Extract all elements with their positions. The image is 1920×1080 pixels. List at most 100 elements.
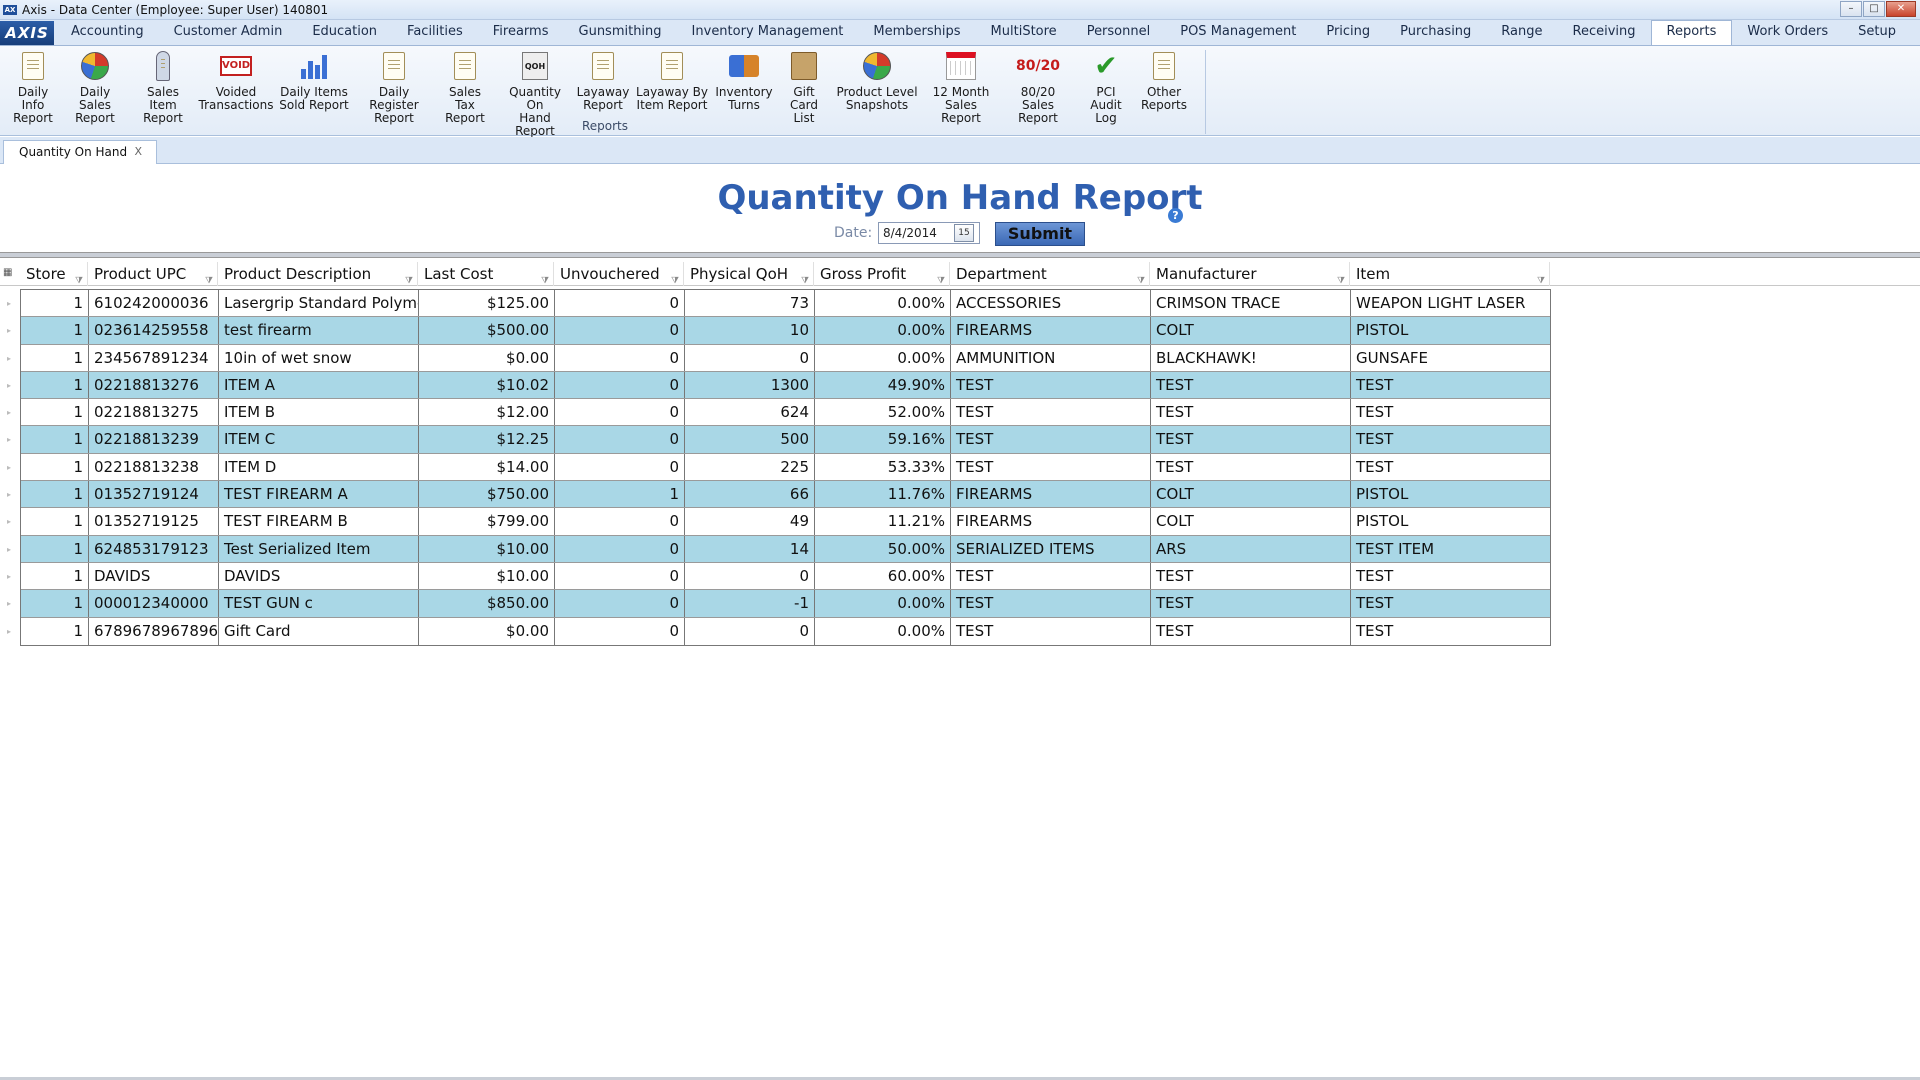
table-row[interactable]: ▸ 1 67896789678967 Gift Card $0.00 0 0 0.00% TES… — [7, 617, 1551, 645]
cell-gross-profit: 50.00% — [815, 535, 951, 562]
column-header-gross-profit[interactable]: Gross Profit ⧩ — [814, 262, 950, 286]
cell-gross-profit: 0.00% — [815, 590, 951, 617]
calendar-icon[interactable]: 15 — [954, 224, 974, 242]
close-button[interactable]: ✕ — [1886, 1, 1916, 17]
menu-tab-accounting[interactable]: Accounting — [56, 21, 159, 45]
submit-button[interactable]: Submit — [995, 222, 1085, 246]
column-chooser-icon[interactable]: ▦ — [3, 266, 15, 280]
help-icon[interactable]: ? — [1168, 208, 1183, 223]
cell-store: 1 — [21, 371, 89, 399]
column-header-physical-qoh[interactable]: Physical QoH ⧩ — [684, 262, 814, 286]
column-header-last-cost[interactable]: Last Cost ⧩ — [418, 262, 554, 286]
checkmark-icon: ✔ — [1094, 49, 1118, 82]
column-header-label: Unvouchered — [560, 265, 660, 283]
column-header-product-description[interactable]: Product Description ⧩ — [218, 262, 418, 286]
column-header-product-upc[interactable]: Product UPC ⧩ — [88, 262, 218, 286]
cell-department: TEST — [951, 426, 1151, 453]
menu-tab-work-orders[interactable]: Work Orders — [1732, 21, 1843, 45]
menu-tab-setup[interactable]: Setup — [1843, 21, 1911, 45]
row-indicator-icon: ▸ — [7, 353, 12, 363]
menu-tab-receiving[interactable]: Receiving — [1558, 21, 1651, 45]
minimize-button[interactable]: – — [1840, 1, 1862, 17]
column-header-item[interactable]: Item ⧩ — [1350, 262, 1550, 286]
row-indicator-icon: ▸ — [7, 517, 12, 527]
menu-tab-pos-management[interactable]: POS Management — [1165, 21, 1311, 45]
pin-icon — [147, 50, 179, 82]
menu-tab-range[interactable]: Range — [1486, 21, 1557, 45]
cell-product-description: TEST GUN c — [219, 590, 419, 617]
ribbon-button-label: 80/20 Sales — [1020, 85, 1056, 112]
menu-tab-gunsmithing[interactable]: Gunsmithing — [564, 21, 677, 45]
cell-product-upc: 234567891234 — [89, 344, 219, 371]
cell-department: TEST — [951, 453, 1151, 481]
cell-manufacturer: TEST — [1151, 426, 1351, 453]
column-header-unvouchered[interactable]: Unvouchered ⧩ — [554, 262, 684, 286]
cell-product-upc: 01352719124 — [89, 481, 219, 508]
ribbon-button-label: Sales Tax — [449, 85, 481, 112]
table-row[interactable]: ▸ 1 610242000036 Lasergrip Standard Polyme $… — [7, 290, 1551, 318]
cell-store: 1 — [21, 590, 89, 617]
cell-product-description: TEST FIREARM A — [219, 481, 419, 508]
cell-unvouchered: 0 — [555, 617, 685, 645]
table-row[interactable]: ▸ 1 DAVIDS DAVIDS $10.00 0 0 60.00% TEST TEST TEST — [7, 562, 1551, 591]
menu-tab-purchasing[interactable]: Purchasing — [1385, 21, 1486, 45]
menu-tab-reports[interactable]: Reports — [1650, 20, 1733, 45]
menu-tab-inventory-management[interactable]: Inventory Management — [677, 21, 859, 45]
report-grid: ▸ 1 610242000036 Lasergrip Standard Polyme $… — [7, 289, 1551, 646]
panel-splitter[interactable] — [0, 252, 1920, 258]
cell-product-description: Lasergrip Standard Polyme — [219, 290, 419, 317]
ribbon-button-label: Reports — [1140, 98, 1188, 112]
cell-product-description: ITEM A — [219, 371, 419, 399]
ribbon-button-label: PCI Audit — [1090, 85, 1122, 112]
doc-icon — [587, 50, 619, 82]
menu-tab-firearms[interactable]: Firearms — [478, 21, 564, 45]
cell-product-upc: 610242000036 — [89, 290, 219, 317]
cell-department: TEST — [951, 562, 1151, 590]
column-header-department[interactable]: Department ⧩ — [950, 262, 1150, 286]
menu-tab-facilities[interactable]: Facilities — [392, 21, 478, 45]
window-controls: – □ ✕ — [1840, 1, 1916, 17]
menu-tab-education[interactable]: Education — [297, 21, 392, 45]
cell-product-upc: 02218813276 — [89, 371, 219, 399]
cell-product-description: ITEM D — [219, 453, 419, 481]
pie-chart-icon — [861, 50, 893, 82]
tab-quantity-on-hand[interactable]: Quantity On Hand X — [3, 140, 157, 164]
cell-item: TEST — [1351, 453, 1551, 481]
table-row[interactable]: ▸ 1 02218813239 ITEM C $12.25 0 500 59.16% TEST T… — [7, 426, 1551, 454]
menu-tab-personnel[interactable]: Personnel — [1072, 21, 1166, 45]
table-row[interactable]: ▸ 1 02218813238 ITEM D $14.00 0 225 53.33% TEST T… — [7, 453, 1551, 482]
doc-icon — [1148, 50, 1180, 82]
doc-icon — [449, 50, 481, 82]
cell-last-cost: $12.00 — [419, 399, 555, 426]
cell-gross-profit: 11.76% — [815, 481, 951, 508]
cell-item: PISTOL — [1351, 481, 1551, 508]
table-row[interactable]: ▸ 1 01352719124 TEST FIREARM A $750.00 1 66 11.… — [7, 481, 1551, 509]
menu-tab-memberships[interactable]: Memberships — [858, 21, 975, 45]
table-row[interactable]: ▸ 1 01352719125 TEST FIREARM B $799.00 0 49 11.… — [7, 508, 1551, 536]
tab-close-icon[interactable]: X — [134, 141, 142, 163]
cell-unvouchered: 0 — [555, 399, 685, 426]
table-row[interactable]: ▸ 1 624853179123 Test Serialized Item $10.00… — [7, 535, 1551, 563]
menu-tab-pricing[interactable]: Pricing — [1311, 21, 1385, 45]
table-row[interactable]: ▸ 1 02218813276 ITEM A $10.02 0 1300 49.90% TEST… — [7, 371, 1551, 400]
column-header-label: Last Cost — [424, 265, 494, 283]
cell-physical-qoh: 14 — [685, 535, 815, 562]
column-header-manufacturer[interactable]: Manufacturer ⧩ — [1150, 262, 1350, 286]
cell-unvouchered: 0 — [555, 535, 685, 562]
doc-icon — [17, 50, 49, 82]
column-header-store[interactable]: Store ⧩ — [20, 262, 88, 286]
cell-product-upc: 000012340000 — [89, 590, 219, 617]
cell-department: FIREARMS — [951, 481, 1151, 508]
table-row[interactable]: ▸ 1 234567891234 10in of wet snow $0.00 0 0 0.0… — [7, 344, 1551, 372]
menu-tab-customer-admin[interactable]: Customer Admin — [159, 21, 298, 45]
table-row[interactable]: ▸ 1 000012340000 TEST GUN c $850.00 0 -1 0.00% T… — [7, 590, 1551, 618]
cell-store: 1 — [21, 535, 89, 562]
cell-product-description: Gift Card — [219, 617, 419, 645]
table-row[interactable]: ▸ 1 02218813275 ITEM B $12.00 0 624 52.00% TEST T… — [7, 399, 1551, 427]
window-title: Axis - Data Center (Employee: Super User… — [22, 2, 329, 17]
axis-logo[interactable]: AXIS — [0, 21, 54, 45]
cell-product-upc: 02218813238 — [89, 453, 219, 481]
menu-tab-multistore[interactable]: MultiStore — [976, 21, 1072, 45]
maximize-button[interactable]: □ — [1863, 1, 1885, 17]
table-row[interactable]: ▸ 1 023614259558 test firearm $500.00 0 10 0.00… — [7, 317, 1551, 345]
